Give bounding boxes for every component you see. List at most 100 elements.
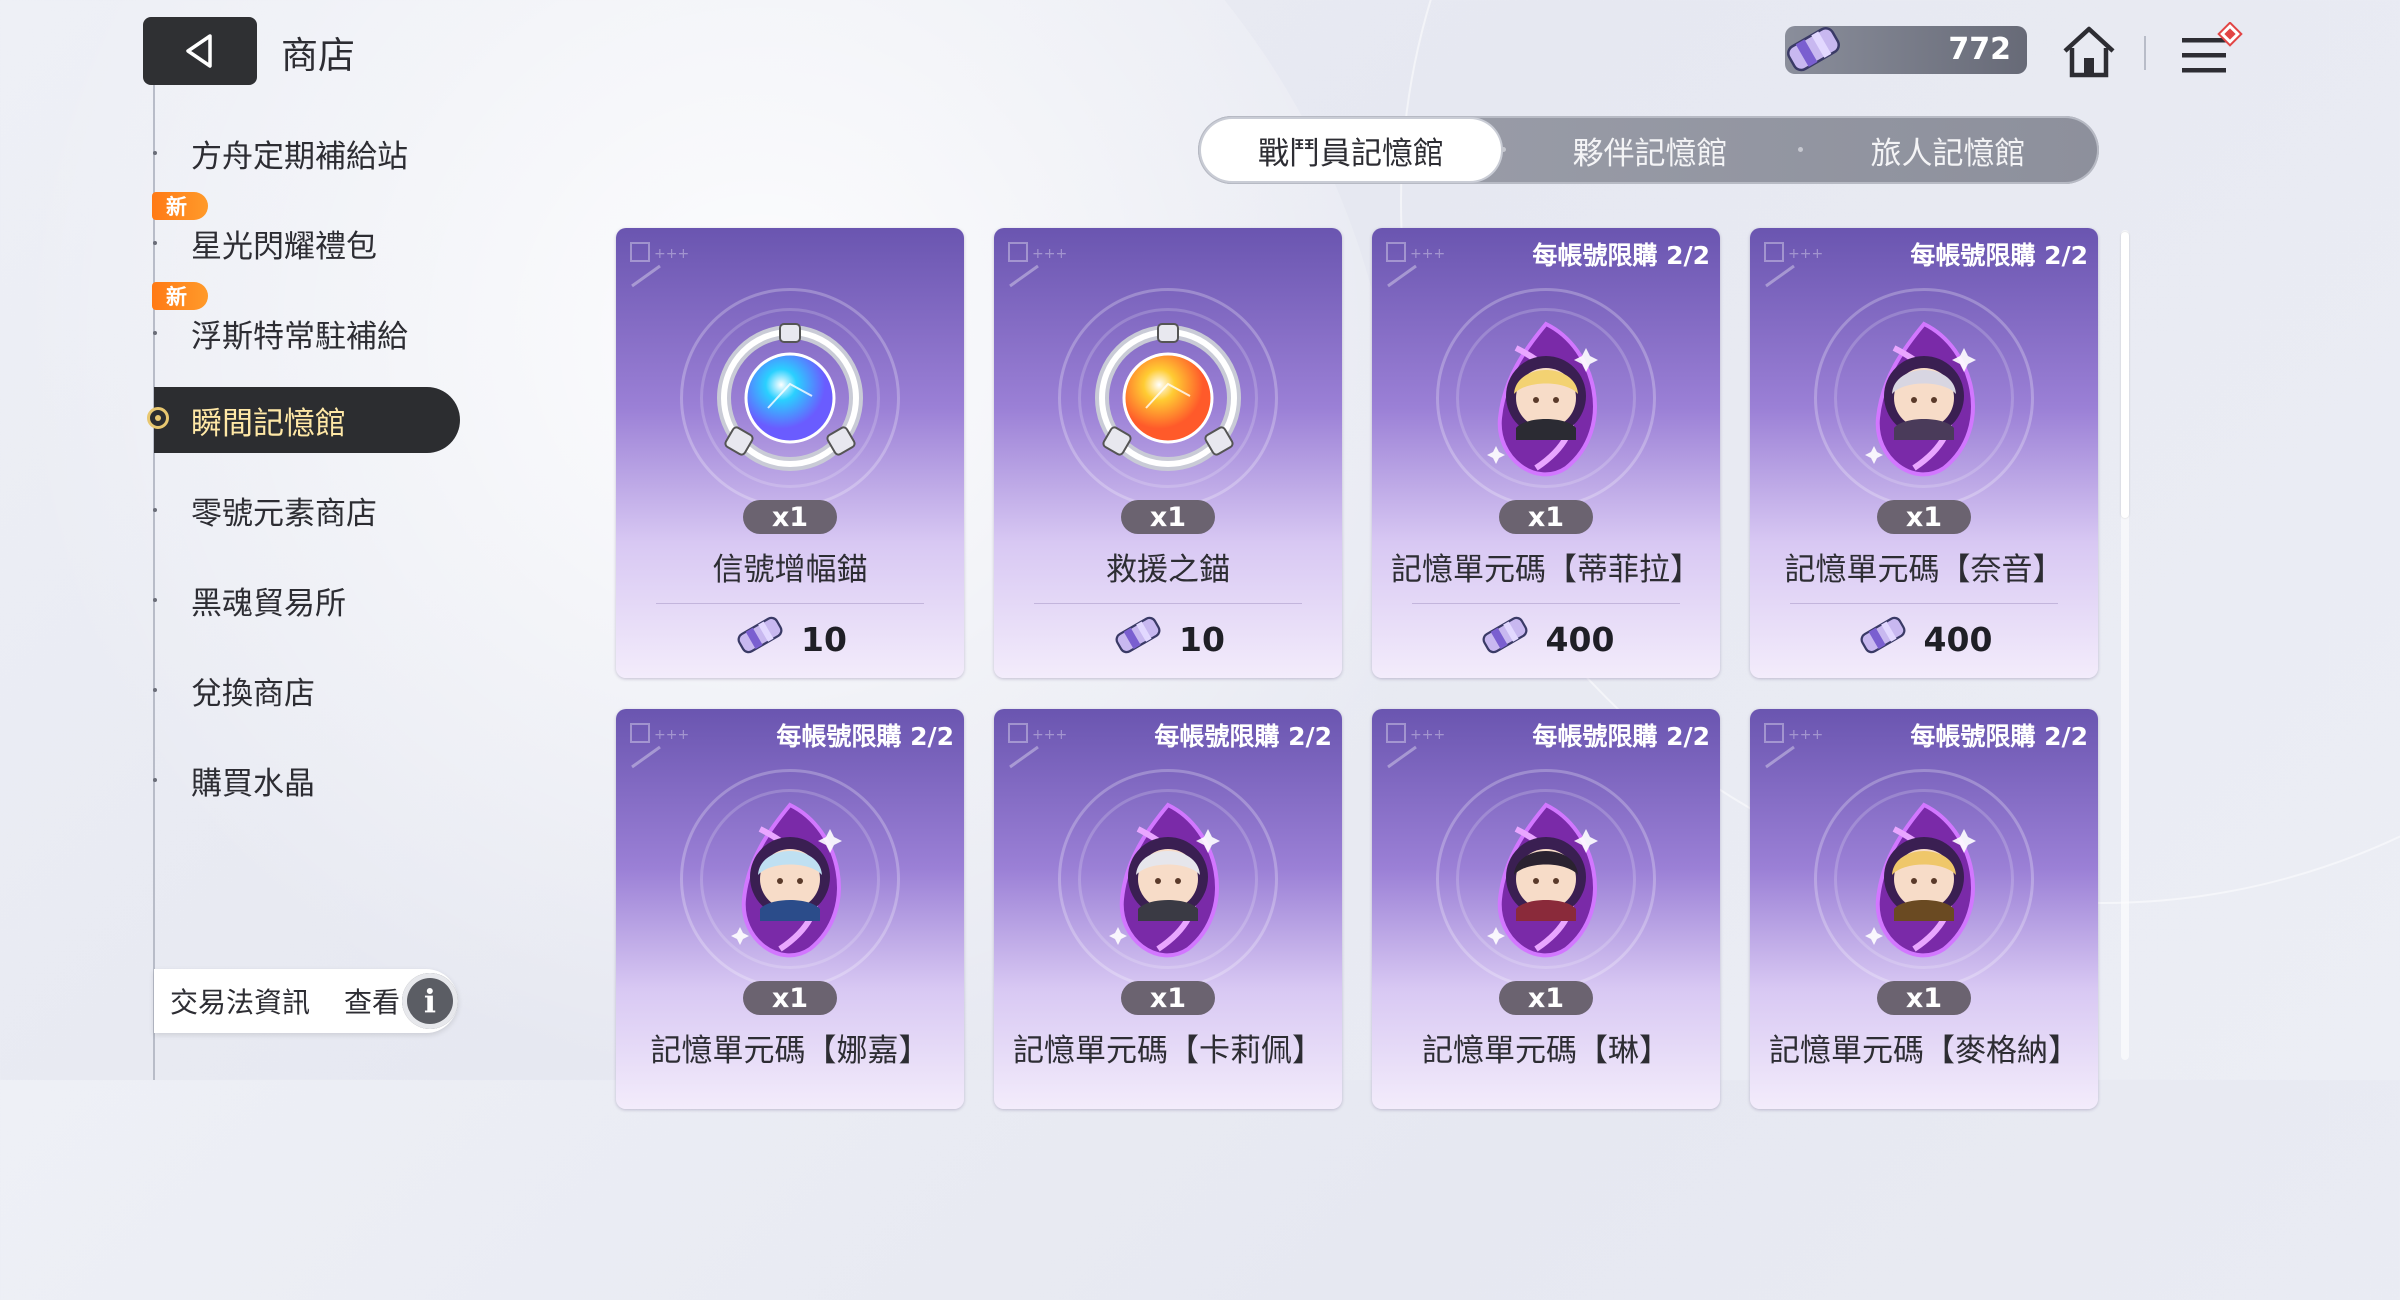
price-divider (1790, 603, 2058, 604)
bullet-dot (153, 151, 157, 155)
currency-display[interactable]: 772 (1785, 26, 2027, 74)
item-price: 400 (1923, 619, 1993, 659)
menu-button[interactable] (2176, 21, 2248, 84)
sidebar-item-label: 購買水晶 (191, 765, 315, 802)
svg-text:+++: +++ (1788, 246, 1823, 262)
trade-law-info[interactable]: 交易法資訊 查看 i (154, 969, 458, 1033)
header-divider (2144, 36, 2146, 70)
page-title: 商店 (281, 34, 355, 77)
portrait-white-icon (1088, 799, 1248, 959)
trade-law-view-link[interactable]: 查看 (344, 981, 400, 1021)
bullet-dot (153, 778, 157, 782)
home-icon (2063, 26, 2115, 78)
item-name: 記憶單元碼【卡莉佩】 (1013, 1033, 1323, 1069)
menu-icon (2182, 21, 2243, 73)
home-button[interactable] (2060, 24, 2118, 84)
shop-item-card[interactable]: +++ x1 救援之錨 10 (994, 228, 1342, 678)
memory-crystal-icon (1478, 612, 1532, 666)
svg-text:+++: +++ (654, 727, 689, 743)
price-row: 10 (616, 612, 964, 666)
back-button[interactable] (143, 17, 257, 85)
item-name: 記憶單元碼【蒂菲拉】 (1391, 552, 1701, 588)
sidebar-item-ark-supply[interactable]: 方舟定期補給站 (150, 120, 460, 186)
quantity-badge: x1 (1121, 500, 1215, 534)
blue-anchor-icon (710, 318, 870, 478)
shop-item-card[interactable]: +++ 每帳號限購 2/2 x1 記憶單元碼【奈音】 400 (1750, 228, 2098, 678)
item-name: 記憶單元碼【奈音】 (1784, 552, 2064, 588)
trade-law-label: 交易法資訊 (170, 986, 311, 1019)
quantity-badge: x1 (743, 500, 837, 534)
card-corner-deco-icon: +++ (1764, 242, 1823, 288)
info-icon[interactable]: i (402, 973, 458, 1029)
sidebar-item-label: 兌換商店 (191, 675, 315, 712)
sidebar-item-black-soul-trade[interactable]: 黑魂貿易所 (150, 567, 460, 633)
tab-traveler-memory[interactable]: 旅人記憶館 (1799, 116, 2097, 184)
portrait-black-icon (1466, 799, 1626, 959)
memory-crystal-icon (1787, 27, 1840, 72)
price-row: 400 (1750, 612, 2098, 666)
card-corner-deco-icon: +++ (630, 242, 689, 288)
quantity-badge: x1 (1877, 500, 1971, 534)
sidebar-item-exchange-shop[interactable]: 兌換商店 (150, 657, 460, 723)
bullet-dot (153, 688, 157, 692)
tab-partner-memory[interactable]: 夥伴記憶館 (1501, 116, 1799, 184)
sidebar-item-label: 黑魂貿易所 (191, 585, 346, 622)
price-row: 10 (994, 612, 1342, 666)
card-corner-deco-icon: +++ (1008, 723, 1067, 769)
card-corner-deco-icon: +++ (1386, 242, 1445, 288)
sidebar-item-memory-hall[interactable]: 瞬間記憶館 (147, 387, 460, 453)
quantity-badge: x1 (1499, 981, 1593, 1015)
sidebar-item-starlight-pack[interactable]: 星光閃耀禮包 (150, 210, 460, 276)
purchase-limit-label: 每帳號限購 2/2 (1154, 722, 1332, 751)
memory-crystal-icon (1111, 612, 1165, 666)
sidebar-item-label: 零號元素商店 (191, 495, 377, 532)
purchase-limit-label: 每帳號限購 2/2 (776, 722, 954, 751)
item-price: 10 (1179, 619, 1225, 659)
price-divider (1034, 603, 1302, 604)
price-divider (656, 603, 924, 604)
svg-text:+++: +++ (1032, 727, 1067, 743)
item-name: 記憶單元碼【麥格納】 (1769, 1033, 2079, 1069)
sidebar-item-label: 浮斯特常駐補給 (191, 318, 408, 355)
item-name: 記憶單元碼【娜嘉】 (650, 1033, 930, 1069)
bullet-dot (153, 598, 157, 602)
card-corner-deco-icon: +++ (1386, 723, 1445, 769)
svg-text:+++: +++ (1788, 727, 1823, 743)
shop-item-card[interactable]: +++ 每帳號限購 2/2 x1 記憶單元碼【琳】 (1372, 709, 1720, 1109)
scrollbar-thumb[interactable] (2121, 232, 2129, 518)
svg-text:+++: +++ (1410, 727, 1445, 743)
memory-crystal-icon (733, 612, 787, 666)
quantity-badge: x1 (1121, 981, 1215, 1015)
sidebar-item-label: 方舟定期補給站 (191, 138, 408, 175)
shop-item-card[interactable]: +++ 每帳號限購 2/2 x1 記憶單元碼【麥格納】 (1750, 709, 2098, 1109)
svg-text:+++: +++ (654, 246, 689, 262)
price-divider (1412, 603, 1680, 604)
active-indicator-icon (147, 407, 169, 429)
memory-crystal-icon (1856, 612, 1910, 666)
svg-text:+++: +++ (1410, 246, 1445, 262)
item-price: 400 (1545, 619, 1615, 659)
memory-tabs: 戰鬥員記憶館 夥伴記憶館 旅人記憶館 (1198, 116, 2099, 184)
item-name: 記憶單元碼【琳】 (1422, 1033, 1670, 1069)
portrait-silver-icon (1844, 318, 2004, 478)
back-triangle-icon (186, 34, 212, 68)
sidebar-item-label: 瞬間記憶館 (191, 405, 346, 442)
currency-amount: 772 (1948, 32, 2011, 67)
quantity-badge: x1 (1499, 500, 1593, 534)
shop-item-card[interactable]: +++ x1 信號增幅錨 10 (616, 228, 964, 678)
portrait-blonde-icon (1466, 318, 1626, 478)
bullet-dot (153, 241, 157, 245)
purchase-limit-label: 每帳號限購 2/2 (1532, 241, 1710, 270)
sidebar-item-buy-crystal[interactable]: 購買水晶 (150, 747, 460, 813)
card-corner-deco-icon: +++ (630, 723, 689, 769)
sidebar-item-faust-supply[interactable]: 浮斯特常駐補給 (150, 300, 460, 366)
shop-item-card[interactable]: +++ 每帳號限購 2/2 x1 記憶單元碼【卡莉佩】 (994, 709, 1342, 1109)
orange-anchor-icon (1088, 318, 1248, 478)
shop-item-card[interactable]: +++ 每帳號限購 2/2 x1 記憶單元碼【娜嘉】 (616, 709, 964, 1109)
purchase-limit-label: 每帳號限購 2/2 (1910, 241, 2088, 270)
bullet-dot (153, 331, 157, 335)
portrait-gold-icon (1844, 799, 2004, 959)
sidebar-item-zero-element-shop[interactable]: 零號元素商店 (150, 477, 460, 543)
tab-fighter-memory[interactable]: 戰鬥員記憶館 (1201, 119, 1501, 181)
shop-item-card[interactable]: +++ 每帳號限購 2/2 x1 記憶單元碼【蒂菲拉】 400 (1372, 228, 1720, 678)
